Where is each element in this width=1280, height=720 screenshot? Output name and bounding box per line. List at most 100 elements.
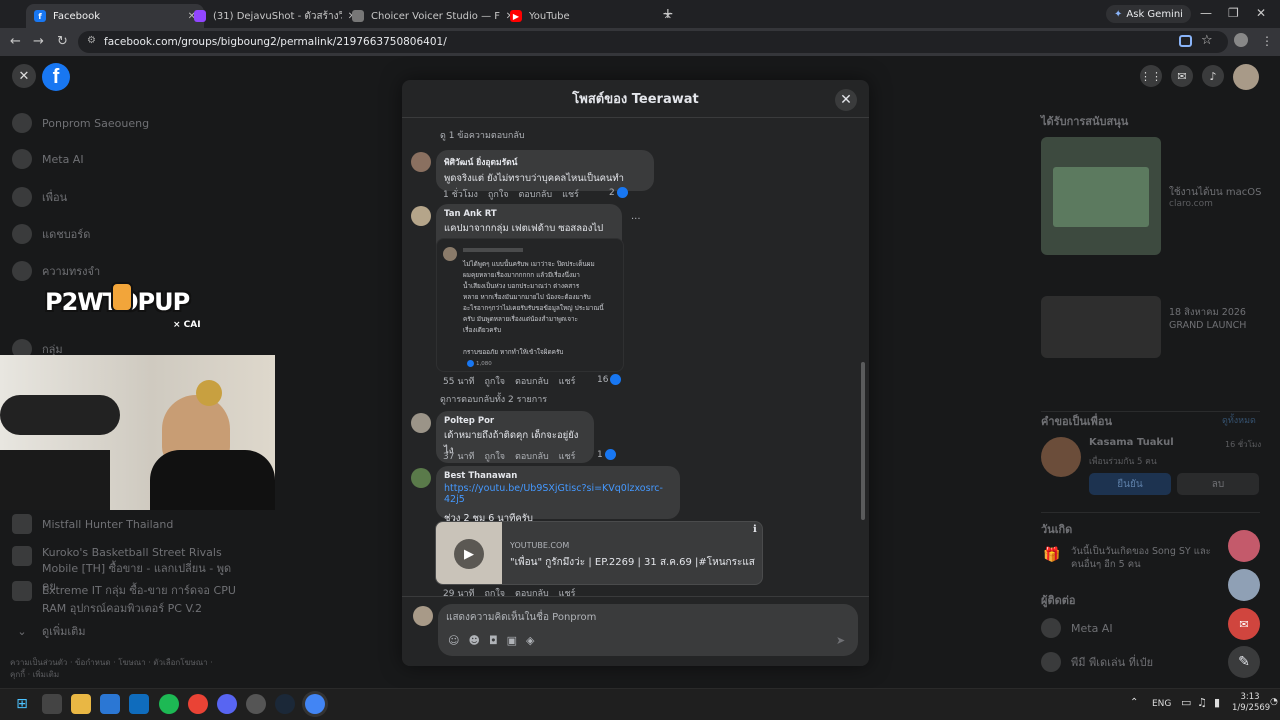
more-options-icon[interactable]: ··· [631, 214, 641, 225]
task-view-icon[interactable] [42, 694, 62, 714]
menu-grid-icon[interactable]: ⋮⋮ [1140, 65, 1162, 87]
avatar-sticker-icon[interactable]: ☺ [448, 634, 459, 647]
file-explorer-icon[interactable] [71, 694, 91, 714]
tab-choicer[interactable]: Choicer Voicer Studio — Free C ✕ [344, 4, 522, 28]
minimize-icon[interactable]: — [1200, 6, 1212, 20]
see-more-link[interactable]: ⌄ ดูเพิ่มเติม [12, 622, 85, 640]
emoji-icon[interactable]: ☻ [468, 634, 479, 647]
sidebar-item-dashboard[interactable]: แดชบอร์ด [12, 224, 90, 244]
app-icon[interactable] [246, 694, 266, 714]
address-bar[interactable]: ⚙ facebook.com/groups/bigboung2/permalin… [78, 31, 1228, 53]
ad-title[interactable]: ใช้งานได้บน macOS [1169, 185, 1261, 200]
send-icon[interactable]: ➤ [836, 634, 845, 647]
avatar[interactable] [411, 413, 431, 433]
new-tab-icon[interactable]: + [662, 6, 674, 22]
comment-author[interactable]: Tan Ank RT [444, 209, 614, 219]
ad-title-2[interactable]: 18 สิงหาคม 2026 GRAND LAUNCH [1169, 306, 1259, 332]
view-all-replies-link[interactable]: ดูการตอบกลับทั้ง 2 รายการ [440, 392, 547, 406]
windows-start-icon[interactable]: ⊞ [12, 694, 32, 714]
notifications-bell-icon[interactable]: ♪ [1202, 65, 1224, 87]
sidebar-group-mistfall[interactable]: Mistfall Hunter Thailand [12, 514, 242, 534]
delete-button[interactable]: ลบ [1177, 473, 1259, 495]
profile-avatar[interactable] [1234, 33, 1248, 47]
contact-item[interactable]: พีมี พีเดเล่น ที่เป๋ย [1041, 652, 1153, 672]
comment-input[interactable]: แสดงความคิดเห็นในชื่อ Ponprom ☺ ☻ ◘ ▣ ◈ … [438, 604, 858, 656]
microsoft-store-icon[interactable] [100, 694, 120, 714]
comment-time[interactable]: 55 นาที [443, 374, 474, 388]
avatar[interactable] [411, 206, 431, 226]
battery-icon[interactable]: ▮ [1214, 696, 1220, 709]
tab-dejavushot[interactable]: (31) DejavuShot - ตัวสร้างวิดีโอ - ✕ [186, 4, 364, 28]
clock[interactable]: 3:13 1/9/2569 [1232, 692, 1270, 714]
comment-author[interactable]: Poltep Por [444, 416, 586, 426]
reload-icon[interactable]: ↻ [57, 34, 68, 49]
share-button[interactable]: แชร์ [562, 187, 579, 201]
reaction-count[interactable]: 16 [597, 374, 622, 385]
gif-icon[interactable]: ▣ [507, 634, 517, 647]
sidebar-group-extreme-it[interactable]: Extreme IT กลุ่ม ซื้อ-ขาย การ์ดจอ CPU RA… [12, 581, 242, 617]
close-window-icon[interactable]: ✕ [1256, 6, 1266, 20]
tab-facebook[interactable]: f Facebook ✕ [26, 4, 204, 28]
ask-gemini-button[interactable]: ✦ Ask Gemini [1106, 5, 1191, 23]
avatar[interactable] [1041, 437, 1081, 477]
info-icon[interactable]: ℹ [753, 524, 757, 535]
ad-image[interactable] [1041, 137, 1161, 255]
close-icon[interactable]: ✕ [835, 89, 857, 111]
sidebar-item-meta-ai[interactable]: Meta AI [12, 149, 84, 169]
avatar[interactable] [411, 468, 431, 488]
install-app-icon[interactable] [1179, 35, 1192, 47]
like-button[interactable]: ถูกใจ [484, 374, 505, 388]
confirm-button[interactable]: ยืนยัน [1089, 473, 1171, 495]
ad-image-2[interactable] [1041, 296, 1161, 358]
sidebar-item-memories[interactable]: ความทรงจำ [12, 261, 100, 281]
see-all-link[interactable]: ดูทั้งหมด [1222, 413, 1256, 427]
volume-icon[interactable]: ♫ [1197, 696, 1207, 709]
play-icon[interactable]: ▶ [454, 539, 484, 569]
friend-name[interactable]: Kasama Tuakul [1089, 437, 1174, 448]
like-button[interactable]: ถูกใจ [484, 449, 505, 463]
site-info-icon[interactable]: ⚙ [87, 35, 96, 46]
sidebar-item-friends[interactable]: เพื่อน [12, 187, 67, 207]
scrollbar[interactable] [861, 362, 865, 520]
forward-icon[interactable]: → [33, 34, 44, 49]
reply-button[interactable]: ตอบกลับ [515, 449, 549, 463]
youtube-link[interactable]: https://youtu.be/Ub9SXjGtisc?si=KVq0lzxo… [444, 483, 672, 505]
tray-chevron-icon[interactable]: ⌃ [1130, 697, 1138, 708]
close-viewer-icon[interactable]: ✕ [12, 64, 36, 88]
facebook-logo-icon[interactable]: f [42, 63, 70, 91]
menu-dots-icon[interactable]: ⋮ [1261, 34, 1273, 48]
footer-links[interactable]: ความเป็นส่วนตัว · ข้อกำหนด · โฆษณา · ตัว… [10, 657, 220, 681]
reply-button[interactable]: ตอบกลับ [515, 374, 549, 388]
sticker-icon[interactable]: ◈ [526, 634, 534, 647]
notification-icon[interactable]: ◔ [1270, 697, 1278, 707]
account-avatar[interactable] [1233, 64, 1259, 90]
avatar[interactable] [411, 152, 431, 172]
share-button[interactable]: แชร์ [559, 449, 576, 463]
comment-author[interactable]: Best Thanawan [444, 471, 672, 481]
steam-icon[interactable] [275, 694, 295, 714]
reaction-count[interactable]: 1 [597, 449, 616, 460]
bookmark-star-icon[interactable]: ☆ [1201, 33, 1213, 48]
chrome-active-icon[interactable] [305, 694, 325, 714]
chrome-icon[interactable] [188, 694, 208, 714]
video-title[interactable]: "เพื่อน" กูรักมึงว่ะ | EP.2269 | 31 ส.ค.… [510, 555, 760, 570]
reaction-count[interactable]: 2 [609, 187, 628, 198]
comment-time[interactable]: 1 ชั่วโมง [443, 187, 478, 201]
video-preview-card[interactable]: ▶ YOUTUBE.COM "เพื่อน" กูรักมึงว่ะ | EP.… [435, 521, 763, 585]
view-replies-link[interactable]: ดู 1 ข้อความตอบกลับ [440, 128, 525, 142]
tab-youtube[interactable]: ▶ YouTube ✕ [502, 4, 680, 28]
outlook-icon[interactable] [129, 694, 149, 714]
comment-attached-image[interactable]: ไม่ได้พูดๆ แบบนั้นครับพ เมาว่าจะ ปิดประเ… [436, 238, 624, 372]
discord-icon[interactable] [217, 694, 237, 714]
contact-meta-ai[interactable]: Meta AI [1041, 618, 1113, 638]
messenger-icon[interactable]: ✉ [1171, 65, 1193, 87]
camera-icon[interactable]: ◘ [489, 634, 498, 647]
language-indicator[interactable]: ENG [1152, 699, 1171, 709]
chat-head-avatar[interactable] [1228, 530, 1260, 562]
back-icon[interactable]: ← [10, 34, 21, 49]
like-button[interactable]: ถูกใจ [488, 187, 509, 201]
birthday-text[interactable]: วันนี้เป็นวันเกิดของ Song SY และคนอื่นๆ … [1071, 545, 1221, 571]
share-button[interactable]: แชร์ [559, 374, 576, 388]
restore-icon[interactable]: ❐ [1228, 6, 1239, 20]
chat-head-avatar[interactable] [1228, 569, 1260, 601]
